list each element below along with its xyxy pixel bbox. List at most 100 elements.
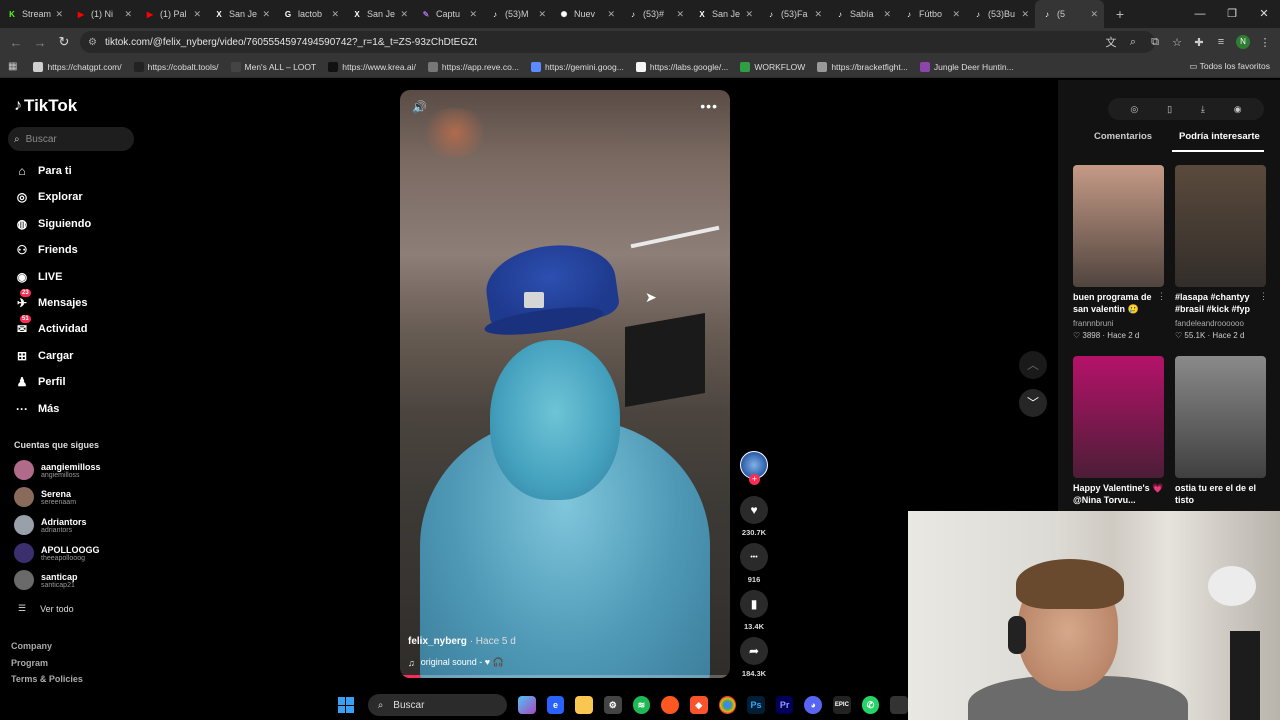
search-input[interactable]: ⌕ Buscar	[8, 127, 134, 151]
browser-tab[interactable]: X San Je ✕	[207, 0, 276, 28]
spotify-icon[interactable]: ≋	[632, 696, 651, 714]
close-tab-icon[interactable]: ✕	[538, 9, 546, 20]
volume-icon[interactable]: 🔊	[412, 100, 427, 114]
bookmark-item[interactable]: https://www.krea.ai/	[328, 61, 416, 72]
browser-menu-icon[interactable]: ⋮	[1258, 36, 1272, 49]
close-tab-icon[interactable]: ✕	[193, 9, 201, 20]
edge-icon[interactable]: e	[546, 696, 565, 714]
tab-might-interest[interactable]: Podría interesarte	[1179, 131, 1260, 142]
action-bookmark[interactable]: ▮ 13.4K	[740, 590, 768, 631]
browser-tab[interactable]: ♪ (53)# ✕	[621, 0, 690, 28]
minimize-icon[interactable]: —	[1184, 0, 1216, 28]
browser-tab[interactable]: ▶ (1) Pal ✕	[138, 0, 207, 28]
settings-icon[interactable]: ⚙	[603, 696, 622, 714]
browser-tab[interactable]: ✎ Captu ✕	[414, 0, 483, 28]
all-favorites-folder[interactable]: ▭ Todos los favoritos	[1189, 61, 1270, 72]
sidebar-item[interactable]: ◉ LIVE	[14, 269, 63, 285]
video-player[interactable]: 🔊 ••• felix_nyberg · Hace 5 d ♫ original …	[400, 90, 730, 678]
video-caption[interactable]: Happy Valentine's 💗 @Nina Torvu...	[1073, 482, 1165, 506]
browser-tab[interactable]: Glactob ✕	[276, 0, 345, 28]
bookmark-item[interactable]: https://gemini.goog...	[530, 61, 624, 72]
app-grey-icon[interactable]	[890, 696, 909, 714]
extensions-icon[interactable]: ✚	[1192, 36, 1206, 49]
chrome-icon[interactable]	[718, 696, 737, 714]
video-thumbnail[interactable]	[1073, 356, 1164, 478]
browser-tab[interactable]: X San Je ✕	[345, 0, 414, 28]
bookmark-item[interactable]: https://labs.google/...	[635, 61, 728, 72]
browser-tab[interactable]: ♪ Sabía ✕	[828, 0, 897, 28]
premiere-icon[interactable]: Pr	[775, 696, 794, 714]
epic-games-icon[interactable]: EPIC	[833, 696, 851, 714]
video-caption[interactable]: buen programa de san valentin 🥲	[1073, 291, 1165, 315]
browser-tab[interactable]: ♪ (53)M ✕	[483, 0, 552, 28]
close-tab-icon[interactable]: ✕	[745, 9, 753, 20]
close-tab-icon[interactable]: ✕	[400, 9, 408, 20]
site-info-icon[interactable]: ⚙	[88, 37, 97, 48]
sidebar-item[interactable]: ⊞ Cargar	[14, 348, 74, 364]
discord-icon[interactable]: ◕	[804, 696, 823, 714]
comment-icon[interactable]: •••	[740, 543, 768, 571]
browser-tab[interactable]: X San Je ✕	[690, 0, 759, 28]
sidebar-item[interactable]: ✈ 23 Mensajes	[14, 289, 88, 311]
browser-tab[interactable]: K Stream ✕	[0, 0, 69, 28]
photoshop-icon[interactable]: Ps	[747, 696, 765, 714]
footer-company[interactable]: Company	[11, 641, 52, 651]
close-tab-icon[interactable]: ✕	[607, 9, 615, 20]
bookmark-item[interactable]: https://bracketfight...	[817, 61, 908, 72]
install-app-icon[interactable]: ⧉	[1148, 36, 1162, 49]
browser-tab[interactable]: ♪ (53)Fa ✕	[759, 0, 828, 28]
sidebar-item[interactable]: ⌂ Para ti	[14, 163, 71, 179]
profile-avatar[interactable]: N	[1236, 35, 1250, 49]
reload-icon[interactable]: ↻	[52, 34, 76, 50]
follow-plus-icon[interactable]: +	[749, 474, 760, 485]
video-sound[interactable]: ♫ original sound - ♥ 🎧	[408, 657, 504, 668]
browser-tab[interactable]: ♪ (5 ✕	[1035, 0, 1104, 28]
close-tab-icon[interactable]: ✕	[262, 9, 270, 20]
tiktok-logo[interactable]: ♪ TikTok	[14, 96, 77, 116]
footer-program[interactable]: Program	[11, 658, 48, 668]
video-creator[interactable]: fandeleandroooooo	[1175, 319, 1267, 328]
bookmark-item[interactable]: https://app.reve.co...	[427, 61, 519, 72]
close-tab-icon[interactable]: ✕	[1090, 9, 1098, 20]
video-creator[interactable]: frannnbruni	[1073, 319, 1165, 328]
followed-account[interactable]: APOLLOOGG theeapollooog	[14, 543, 100, 563]
close-tab-icon[interactable]: ✕	[1021, 9, 1029, 20]
next-video-button[interactable]: ﹀	[1019, 389, 1047, 417]
tab-comments[interactable]: Comentarios	[1094, 131, 1152, 142]
app-orange-icon[interactable]	[661, 696, 679, 714]
close-tab-icon[interactable]: ✕	[331, 9, 339, 20]
video-thumbnail[interactable]	[1175, 356, 1266, 478]
taskbar-search[interactable]: ⌕ Buscar	[367, 694, 508, 716]
restore-icon[interactable]: ❐	[1216, 0, 1248, 28]
sidebar-item[interactable]: ◍ Siguiendo	[14, 216, 91, 232]
more-options-icon[interactable]: •••	[700, 98, 718, 114]
bookmark-item[interactable]: https://cobalt.tools/	[133, 61, 219, 72]
footer-terms[interactable]: Terms & Policies	[11, 674, 83, 684]
sidebar-item[interactable]: ⚇ Friends	[14, 242, 78, 258]
url-bar[interactable]: ⚙ tiktok.com/@felix_nyberg/video/7605554…	[80, 31, 1155, 53]
zoom-icon[interactable]: ⌕	[1126, 36, 1140, 49]
close-tab-icon[interactable]: ✕	[883, 9, 891, 20]
followed-account[interactable]: aangiemilloss angiemilloss	[14, 460, 101, 480]
new-tab-button[interactable]: +	[1110, 6, 1130, 22]
bookmark-star-icon[interactable]: ☆	[1170, 36, 1184, 49]
bookmark-item[interactable]: WORKFLOW	[740, 61, 805, 72]
whatsapp-icon[interactable]: ✆	[861, 696, 880, 714]
share-icon[interactable]: ➦	[740, 637, 768, 665]
phone-tool-icon[interactable]: ▯	[1167, 104, 1172, 115]
copilot-icon[interactable]	[518, 696, 536, 714]
video-options-icon[interactable]: ⋮	[1157, 291, 1166, 302]
video-caption[interactable]: #lasapa #chantyy #brasil #kick #fyp	[1175, 291, 1267, 315]
close-tab-icon[interactable]: ✕	[124, 9, 132, 20]
followed-account[interactable]: Serena sereenaam	[14, 487, 76, 507]
browser-tab[interactable]: ▶ (1) Ni ✕	[69, 0, 138, 28]
heart-icon[interactable]: ♥	[740, 496, 768, 524]
browser-tab[interactable]: ♪ Fútbo ✕	[897, 0, 966, 28]
forward-icon[interactable]: →	[28, 35, 52, 50]
bookmark-item[interactable]: Men's ALL – LOOT	[230, 61, 316, 72]
windows-start-icon[interactable]	[338, 697, 354, 713]
close-tab-icon[interactable]: ✕	[676, 9, 684, 20]
video-thumbnail[interactable]	[1175, 165, 1266, 287]
video-author[interactable]: felix_nyberg · Hace 5 d	[408, 636, 516, 647]
close-tab-icon[interactable]: ✕	[952, 9, 960, 20]
